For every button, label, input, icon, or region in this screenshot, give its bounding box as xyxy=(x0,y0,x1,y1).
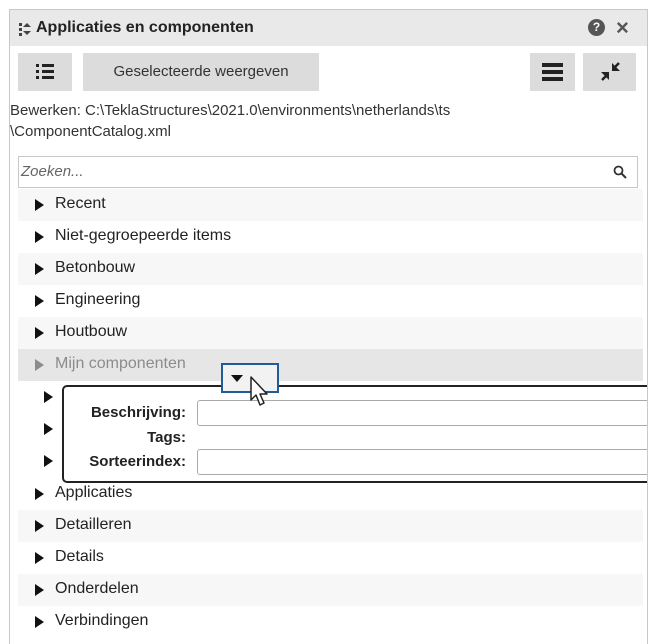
show-selected-button[interactable]: Geselecteerde weergeven xyxy=(83,53,319,91)
collapse-button[interactable] xyxy=(583,53,636,91)
help-icon[interactable]: ? xyxy=(588,19,605,36)
sort-index-field[interactable] xyxy=(197,449,647,475)
mouse-cursor-icon xyxy=(250,376,268,406)
expand-arrow-icon[interactable] xyxy=(35,488,44,500)
expand-arrow-icon[interactable] xyxy=(44,423,53,435)
sort-index-label: Sorteerindex: xyxy=(89,453,186,470)
expand-arrow-icon[interactable] xyxy=(35,327,44,339)
applications-components-panel: Applicaties en componenten ? × Geselecte… xyxy=(9,9,648,644)
expand-arrow-icon[interactable] xyxy=(35,616,44,628)
search-icon[interactable] xyxy=(613,165,627,179)
search-input[interactable]: Zoeken... xyxy=(18,156,638,188)
description-label: Beschrijving: xyxy=(90,404,186,421)
expand-arrow-icon[interactable] xyxy=(35,584,44,596)
tree-item-label: Houtbouw xyxy=(55,323,128,340)
tree-item-label: Onderdelen xyxy=(55,580,139,597)
search-placeholder: Zoeken... xyxy=(21,163,84,180)
expand-arrow-icon[interactable] xyxy=(35,263,44,275)
list-view-button[interactable] xyxy=(18,53,72,91)
tree-item-engineering[interactable]: Engineering xyxy=(18,285,643,317)
expand-arrow-icon[interactable] xyxy=(35,295,44,307)
tree-item-label: Applicaties xyxy=(55,484,133,501)
tree-item-recent[interactable]: Recent xyxy=(18,189,643,221)
list-view-icon xyxy=(36,64,54,79)
expand-arrow-icon[interactable] xyxy=(35,520,44,532)
expand-arrow-icon[interactable] xyxy=(35,231,44,243)
expand-arrow-icon[interactable] xyxy=(44,391,53,403)
edit-path-line-2: \ComponentCatalog.xml xyxy=(10,123,171,140)
expand-arrow-icon[interactable] xyxy=(35,199,44,211)
expand-arrow-icon[interactable] xyxy=(35,552,44,564)
expand-arrow-icon[interactable] xyxy=(44,455,53,467)
expand-arrow-icon[interactable] xyxy=(35,359,44,371)
menu-button[interactable] xyxy=(530,53,575,91)
tree-item-concrete[interactable]: Betonbouw xyxy=(18,253,643,285)
chevron-down-icon xyxy=(231,375,243,382)
drag-grip-icon[interactable] xyxy=(18,22,32,36)
tree-item-timber[interactable]: Houtbouw xyxy=(18,317,643,349)
edit-path-line-1: Bewerken: C:\TeklaStructures\2021.0\envi… xyxy=(10,102,451,119)
panel-title: Applicaties en componenten xyxy=(36,19,254,36)
tree-item-my-components[interactable]: Mijn componenten xyxy=(18,349,643,381)
tree-item-label: Verbindingen xyxy=(55,612,149,629)
tree-item-detailing[interactable]: Detailleren xyxy=(18,510,643,542)
tree-item-connections[interactable]: Verbindingen xyxy=(18,606,643,638)
tree-item-label: Mijn componenten xyxy=(55,355,186,372)
tree-item-parts[interactable]: Onderdelen xyxy=(18,574,643,606)
tree-item-ungrouped[interactable]: Niet-gegroepeerde items xyxy=(18,221,643,253)
close-icon[interactable]: × xyxy=(616,15,629,41)
tree-item-label: Details xyxy=(55,548,104,565)
panel-titlebar[interactable]: Applicaties en componenten ? × xyxy=(10,10,647,46)
tree-item-label: Niet-gegroepeerde items xyxy=(55,227,232,244)
menu-icon xyxy=(542,63,563,81)
component-properties-popup: Beschrijving: Tags: Sorteerindex: xyxy=(62,385,647,483)
tags-label: Tags: xyxy=(147,429,186,446)
collapse-icon xyxy=(601,62,620,81)
tree-item-label: Betonbouw xyxy=(55,259,136,276)
tree-item-label: Detailleren xyxy=(55,516,132,533)
tree-item-label: Recent xyxy=(55,195,106,212)
tree-item-details[interactable]: Details xyxy=(18,542,643,574)
tree-item-label: Engineering xyxy=(55,291,141,308)
